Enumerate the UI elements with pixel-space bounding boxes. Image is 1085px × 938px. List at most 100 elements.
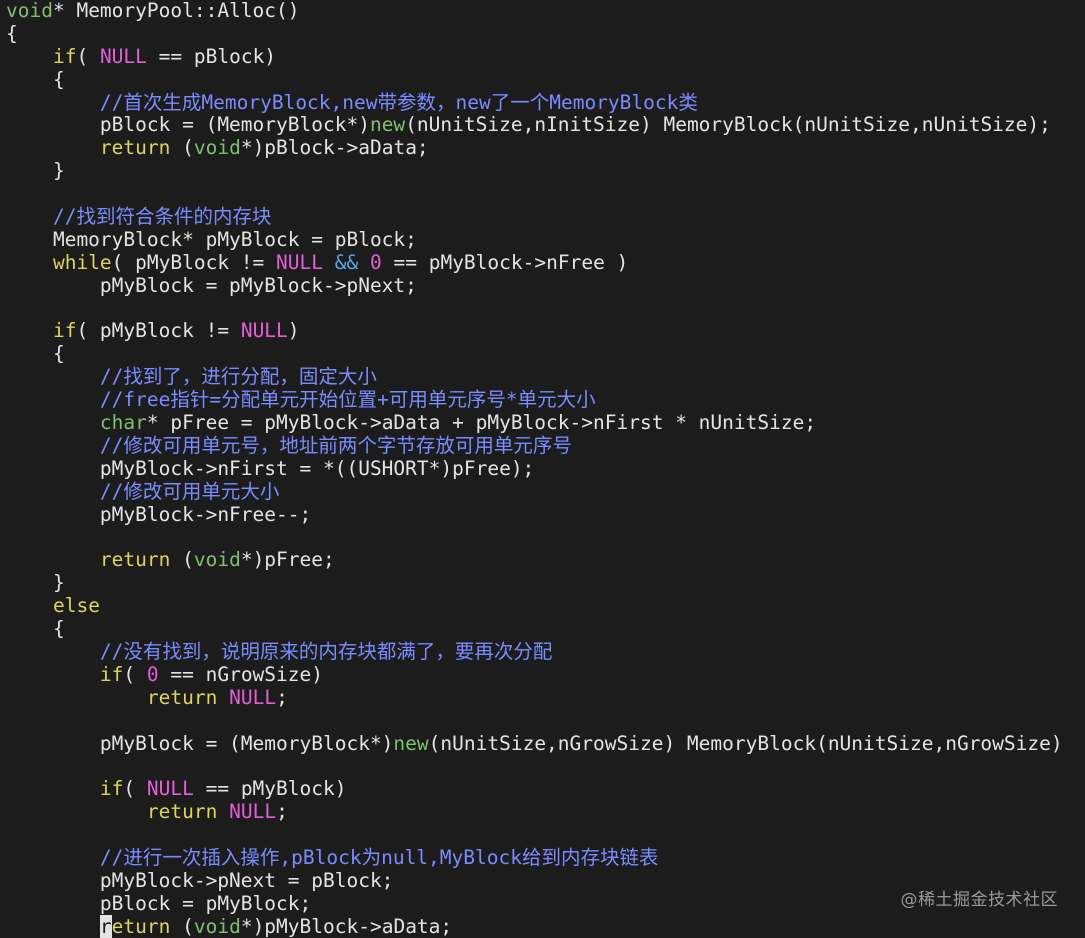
code-line[interactable]: return (void*)pFree;: [6, 548, 1063, 572]
code-line[interactable]: if( 0 == nGrowSize): [6, 662, 1063, 687]
code-comment: //修改可用单元号，地址前两个字节存放可用单元序号: [99, 433, 572, 457]
code-line[interactable]: //进行一次插入操作,pBlock为null,MyBlock给到内存块链表: [6, 846, 1063, 870]
code-token: NULL: [229, 800, 277, 824]
code-line[interactable]: [6, 526, 1063, 549]
code-line[interactable]: if( NULL == pBlock): [6, 44, 1063, 69]
code-token: if: [52, 44, 77, 68]
code-comment: //找到了，进行分配，固定大小: [99, 365, 377, 389]
code-line[interactable]: //修改可用单元号，地址前两个字节存放可用单元序号: [6, 433, 1063, 458]
code-line[interactable]: pBlock = (MemoryBlock*)new(nUnitSize,nIn…: [6, 114, 1063, 137]
code-line[interactable]: //没有找到，说明原来的内存块都满了，要再次分配: [6, 640, 1063, 664]
code-token: NULL: [99, 44, 147, 68]
code-token: 0: [146, 662, 159, 686]
code-line[interactable]: //free指针=分配单元开始位置+可用单元序号*单元大小: [6, 388, 1063, 412]
code-token: pBlock = pMyBlock;: [6, 891, 312, 915]
code-line[interactable]: pMyBlock = pMyBlock->pNext;: [6, 273, 1063, 298]
code-token: }: [6, 571, 65, 595]
code-line[interactable]: if( pMyBlock != NULL): [6, 320, 1063, 343]
code-line[interactable]: {: [6, 67, 1063, 92]
code-token: void: [193, 914, 241, 938]
code-line[interactable]: [6, 710, 1063, 733]
code-token: return: [146, 685, 218, 709]
code-line[interactable]: return NULL;: [6, 685, 1063, 710]
code-token: (: [170, 136, 194, 160]
code-line[interactable]: pMyBlock->nFirst = *((USHORT*)pFree);: [6, 456, 1063, 481]
code-line[interactable]: if( NULL == pMyBlock): [6, 777, 1063, 801]
code-line[interactable]: [6, 824, 1063, 847]
code-line[interactable]: {: [6, 617, 1063, 641]
code-token: NULL: [146, 777, 194, 801]
code-token: NULL: [276, 250, 324, 274]
code-line[interactable]: }: [6, 571, 1063, 595]
code-token: *)pMyBlock->aData;: [240, 914, 453, 938]
code-line[interactable]: //找到了，进行分配，固定大小: [6, 365, 1063, 389]
code-token: pBlock = (MemoryBlock*): [6, 113, 370, 137]
code-token: ;: [276, 800, 288, 824]
code-line[interactable]: pMyBlock->nFree--;: [6, 502, 1063, 527]
code-token: else: [52, 594, 100, 618]
code-token: (: [123, 662, 147, 686]
code-comment: //首次生成MemoryBlock,new带参数，new了一个MemoryBlo…: [99, 90, 698, 114]
code-line[interactable]: //修改可用单元大小: [6, 479, 1063, 504]
code-editor[interactable]: void* MemoryPool::Alloc(){ if( NULL == p…: [0, 0, 1085, 938]
code-line[interactable]: void* MemoryPool::Alloc(): [6, 0, 1063, 23]
code-token: &&: [334, 250, 359, 274]
code-token: pMyBlock->nFree--;: [6, 502, 312, 526]
code-token: if: [99, 662, 124, 686]
code-line[interactable]: while( pMyBlock != NULL && 0 == pMyBlock…: [6, 250, 1063, 275]
code-line[interactable]: [6, 755, 1063, 778]
code-line[interactable]: return NULL;: [6, 800, 1063, 824]
code-line[interactable]: }: [6, 159, 1063, 183]
code-line[interactable]: {: [6, 21, 1063, 46]
code-token: ( pMyBlock !=: [111, 250, 277, 274]
code-token: ( pMyBlock !=: [76, 319, 241, 343]
code-line[interactable]: return (void*)pBlock->aData;: [6, 136, 1063, 160]
code-token: new: [369, 113, 406, 137]
code-comment: //修改可用单元大小: [99, 479, 280, 503]
code-token: MemoryBlock* pMyBlock = pBlock;: [6, 227, 417, 251]
code-token: {: [6, 67, 65, 91]
code-token: {: [6, 21, 18, 45]
code-token: pMyBlock->nFirst = *((USHORT*)pFree);: [6, 456, 535, 480]
code-line[interactable]: //找到符合条件的内存块: [6, 205, 1063, 229]
code-line[interactable]: {: [6, 342, 1063, 366]
code-token: if: [52, 319, 77, 343]
code-token: void: [6, 0, 53, 22]
code-line[interactable]: char* pFree = pMyBlock->aData + pMyBlock…: [6, 411, 1063, 435]
code-token: ): [287, 319, 300, 343]
code-line[interactable]: //首次生成MemoryBlock,new带参数，new了一个MemoryBlo…: [6, 90, 1063, 115]
code-token: ;: [276, 685, 288, 709]
code-line[interactable]: [6, 298, 1063, 321]
code-token: (: [170, 914, 194, 938]
code-line[interactable]: [6, 183, 1063, 206]
code-token: *)pFree;: [240, 548, 335, 572]
code-token: {: [6, 617, 65, 641]
code-token: pMyBlock = pMyBlock->pNext;: [6, 273, 417, 297]
code-comment: //free指针=分配单元开始位置+可用单元序号*单元大小: [99, 388, 596, 412]
code-line[interactable]: pMyBlock = (MemoryBlock*)new(nUnitSize,n…: [6, 732, 1063, 756]
code-area[interactable]: void* MemoryPool::Alloc(){ if( NULL == p…: [6, 0, 1063, 938]
watermark-text: @稀土掘金技术社区: [900, 890, 1058, 910]
code-token: if: [99, 777, 124, 801]
code-line[interactable]: MemoryBlock* pMyBlock = pBlock;: [6, 227, 1063, 252]
code-line[interactable]: else: [6, 594, 1063, 618]
code-token: (: [76, 44, 100, 68]
code-comment: //找到符合条件的内存块: [52, 205, 272, 229]
code-token: == nGrowSize): [158, 662, 324, 686]
code-line[interactable]: return (void*)pMyBlock->aData;: [6, 914, 1063, 938]
code-token: return: [99, 136, 171, 160]
